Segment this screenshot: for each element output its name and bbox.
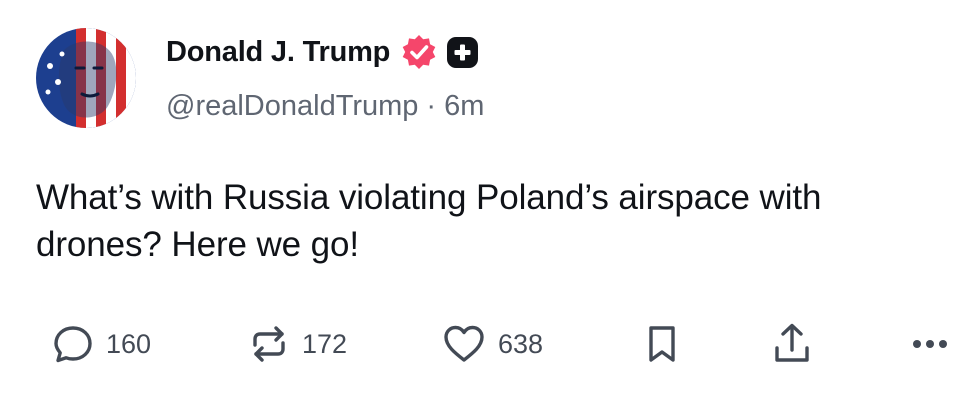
repost-button[interactable]: 172 [246, 314, 347, 374]
author-handle[interactable]: @realDonaldTrump [166, 90, 418, 123]
comment-icon [50, 321, 96, 367]
avatar-image [36, 28, 136, 128]
post-text: What’s with Russia violating Poland’s ai… [36, 178, 822, 264]
like-button[interactable]: 638 [440, 314, 543, 374]
action-bar: 160 172 638 [0, 314, 980, 374]
share-icon [768, 320, 816, 368]
plus-badge-icon [446, 36, 479, 69]
meta-separator: · [426, 89, 437, 122]
more-button[interactable] [908, 314, 952, 374]
reply-count: 160 [106, 328, 152, 359]
like-count: 638 [498, 328, 544, 359]
share-button[interactable] [768, 314, 816, 374]
author-name-row: Donald J. Trump [166, 30, 479, 74]
heart-icon [440, 321, 488, 367]
post-timestamp[interactable]: 6m [444, 90, 484, 123]
repost-icon [246, 321, 292, 367]
reply-button[interactable]: 160 [50, 314, 151, 374]
bookmark-button[interactable] [640, 314, 684, 374]
author-meta: @realDonaldTrump · 6m [166, 84, 484, 128]
avatar[interactable] [36, 28, 136, 128]
bookmark-icon [640, 321, 684, 367]
repost-count: 172 [302, 328, 348, 359]
more-icon [908, 322, 952, 366]
display-name[interactable]: Donald J. Trump [166, 36, 390, 69]
post-card: Donald J. Trump @realDonaldTrump · 6m Wh… [0, 0, 980, 408]
verified-badge-icon [400, 33, 438, 71]
